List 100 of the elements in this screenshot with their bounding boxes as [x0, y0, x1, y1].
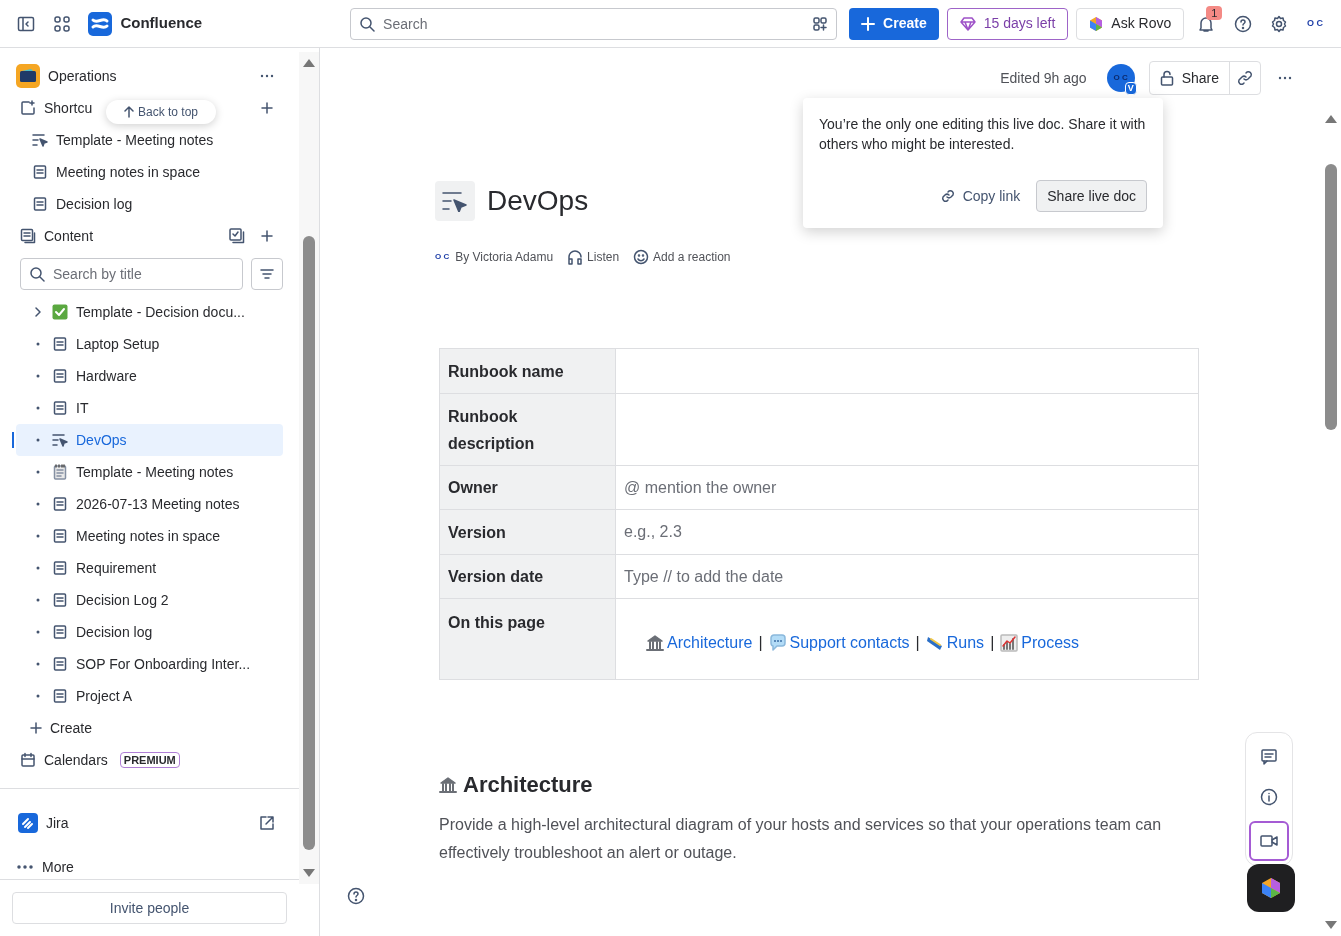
table-cell: @ mention the owner [615, 465, 1199, 510]
title-search-field[interactable]: Search by title [20, 258, 243, 290]
table-cell: Type // to add the date [615, 554, 1199, 599]
logo-icon [88, 11, 113, 36]
shortcut-item[interactable]: Template - Meeting notes [16, 124, 283, 156]
page-tree-item[interactable]: Requirement [16, 552, 283, 584]
lock-icon [1159, 70, 1174, 86]
anchor-link[interactable]: Architecture [646, 631, 753, 655]
invite-people-button[interactable]: Invite people [12, 892, 287, 924]
check-box-icon [52, 304, 68, 320]
page-tree-item[interactable]: Template - Meeting notes [16, 456, 283, 488]
table-header-cell: Runbook description [439, 393, 616, 466]
listen-button[interactable]: Listen [567, 248, 620, 266]
create-link[interactable]: Create [16, 712, 283, 744]
section-heading: Architecture [439, 768, 1199, 801]
anchor-link[interactable]: Support contacts [768, 631, 910, 655]
create-button[interactable]: Create [849, 7, 939, 40]
author-logo: O C [435, 251, 450, 263]
rovo-chat-button[interactable] [1247, 864, 1295, 912]
up-triangle-icon [1324, 114, 1338, 124]
table-header-cell: On this page [439, 598, 616, 680]
page-icon [52, 560, 68, 576]
hexagon-logo-icon [1261, 877, 1281, 899]
app-logo-icon [18, 813, 38, 833]
page-tree-item[interactable]: Decision log [16, 616, 283, 648]
copy-link-button[interactable]: Copy link [940, 185, 1021, 207]
page-icon [52, 592, 68, 608]
search-field[interactable]: Search [350, 7, 838, 40]
share-live-doc-button[interactable]: Share live doc [1036, 180, 1147, 212]
page-icon [52, 528, 68, 544]
building-icon [439, 775, 457, 794]
page-icon [52, 656, 68, 672]
edited-time: Edited 9h ago [1000, 68, 1087, 88]
add-reaction-button[interactable]: Add a reaction [633, 248, 731, 266]
shortcuts-link[interactable]: Shortcu [16, 97, 93, 119]
more-icon [16, 864, 34, 870]
page-tree-item[interactable]: Decision Log 2 [16, 584, 283, 616]
anchor-link[interactable]: Process [1000, 631, 1080, 655]
notification-count: 1 [1206, 5, 1223, 20]
page-tree-item[interactable]: IT [16, 392, 283, 424]
up-triangle-icon [302, 58, 316, 68]
plus-icon [30, 722, 42, 734]
filter-button[interactable] [251, 258, 283, 290]
speech-bubble-icon [768, 634, 787, 652]
jira-link[interactable]: Jira [18, 812, 243, 834]
table-header-cell: Version date [439, 554, 616, 599]
page-tree-item[interactable]: Project A [16, 680, 283, 712]
search-icon [29, 266, 45, 282]
table-cell: e.g., 2.3 [615, 509, 1199, 555]
collaborator-avatar[interactable]: O C V [1106, 64, 1135, 92]
space-link[interactable]: Operations [16, 64, 243, 88]
page-tree-item[interactable]: SOP For Onboarding Inter... [16, 648, 283, 680]
help-icon [1233, 14, 1252, 33]
product-logo-link[interactable]: Confluence [88, 11, 203, 36]
page-tree-item[interactable]: Laptop Setup [16, 328, 283, 360]
page-icon [52, 368, 68, 384]
page-icon [52, 688, 68, 704]
search-icon [359, 15, 376, 32]
separator-text: | [990, 633, 995, 653]
page-tree-item[interactable]: Template - Decision docu... [16, 296, 283, 328]
filter-icon [259, 266, 275, 282]
more-actions-icon [1278, 76, 1292, 80]
page-icon [52, 496, 68, 512]
content-link[interactable]: Content [16, 225, 213, 247]
notepad-icon [52, 464, 68, 480]
page-title: DevOps [487, 184, 589, 218]
lines-cursor-icon [32, 132, 48, 148]
notifications-button[interactable]: 1 [1192, 7, 1221, 40]
anchor-link[interactable]: Runs [925, 631, 985, 655]
calendars-link[interactable]: Calendars PREMIUM [16, 744, 283, 776]
page-tree-item[interactable]: Hardware [16, 360, 283, 392]
page-icon [32, 196, 48, 212]
external-link-icon [258, 814, 276, 832]
ask-rovo-button[interactable]: Ask Rovo [1076, 7, 1185, 40]
back-to-top-button[interactable]: Back to top [106, 100, 217, 124]
headphones-icon [567, 249, 584, 265]
scrollbar-thumb[interactable] [303, 236, 315, 850]
video-camera-icon [1260, 834, 1278, 848]
author-byline: By Victoria Adamu [455, 249, 554, 266]
video-button[interactable] [1249, 821, 1289, 861]
section-paragraph: Provide a high-level architectural diagram of your hosts and services so that your operations team can effectively troubleshoot an alert or outage. [439, 815, 1163, 863]
add-content-icon [258, 227, 276, 245]
up-arrow-icon [124, 106, 134, 118]
shortcut-item[interactable]: Decision log [16, 188, 283, 220]
scrollbar-thumb[interactable] [1325, 164, 1337, 430]
calendar-icon [20, 752, 36, 768]
chart-icon [1000, 634, 1019, 652]
table-header-cell: Version [439, 509, 616, 555]
trial-button[interactable]: 15 days left [946, 7, 1069, 40]
app-switcher-icon [53, 14, 72, 33]
add-icon [258, 99, 276, 117]
page-tree-item[interactable]: Meeting notes in space [16, 520, 283, 552]
filter-grid-icon [812, 15, 829, 32]
smiley-icon [633, 249, 650, 265]
more-link[interactable]: More [16, 851, 283, 879]
page-tree-item[interactable]: 2026-07-13 Meeting notes [16, 488, 283, 520]
shortcut-item[interactable]: Meeting notes in space [16, 156, 283, 188]
page-icon [52, 336, 68, 352]
separator-text: | [758, 633, 763, 653]
down-triangle-icon [1324, 920, 1338, 930]
